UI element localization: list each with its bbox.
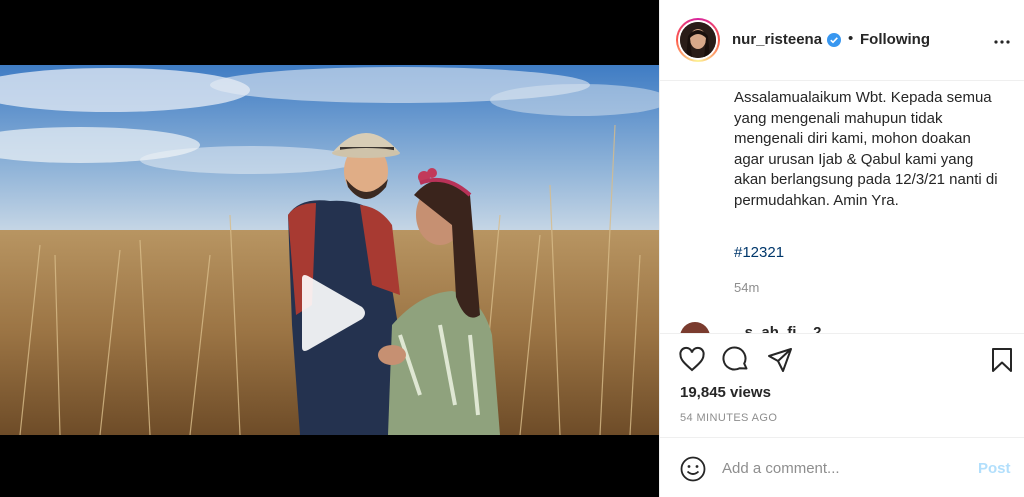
share-icon[interactable] xyxy=(766,346,794,374)
separator-dot: • xyxy=(848,30,854,47)
post-timestamp[interactable]: 54 MINUTES AGO xyxy=(680,412,777,424)
caption-timestamp: 54m xyxy=(734,280,760,295)
play-icon xyxy=(302,275,365,351)
post-caption: Assalamualaikum Wbt. Kepada semua yang m… xyxy=(734,89,998,209)
video-player[interactable] xyxy=(0,65,659,435)
comments-section[interactable]: Assalamualaikum Wbt. Kepada semua yang m… xyxy=(660,81,1024,333)
play-button[interactable] xyxy=(296,273,368,353)
heart-icon[interactable] xyxy=(678,346,706,374)
comment-input[interactable] xyxy=(722,454,962,482)
video-frame xyxy=(0,65,659,435)
post-media xyxy=(0,0,659,497)
bookmark-icon[interactable] xyxy=(988,346,1016,374)
commenter-username[interactable]: __s_ah_fi__2 xyxy=(728,324,821,333)
commenter-avatar[interactable] xyxy=(680,322,710,333)
view-count[interactable]: 19,845 views xyxy=(680,384,771,401)
post-comment-button[interactable]: Post xyxy=(978,460,1011,477)
more-options-icon[interactable] xyxy=(990,30,1014,54)
post-details-panel: nur_risteena • Following Assalamualaikum… xyxy=(659,0,1024,497)
verified-badge-icon xyxy=(827,33,841,47)
emoji-icon[interactable] xyxy=(679,455,707,483)
hashtag-link[interactable]: #12321 xyxy=(734,244,784,261)
following-button[interactable]: Following xyxy=(860,31,930,48)
add-comment-form: Post xyxy=(660,437,1024,497)
post-header: nur_risteena • Following xyxy=(660,0,1024,81)
username-link[interactable]: nur_risteena xyxy=(732,31,822,48)
comment-icon[interactable] xyxy=(722,346,750,374)
avatar[interactable] xyxy=(676,18,720,62)
post-actions: 19,845 views 54 MINUTES AGO xyxy=(660,333,1024,453)
profile-photo xyxy=(680,22,716,58)
